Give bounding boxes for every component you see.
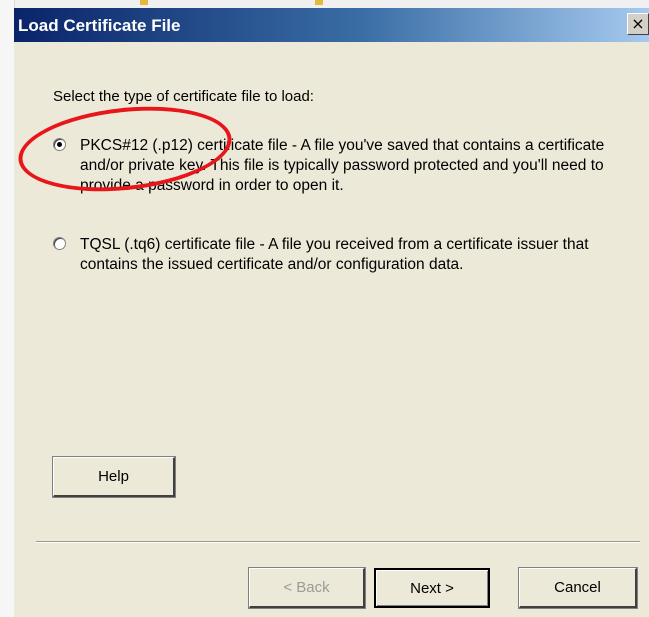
next-button[interactable]: Next > bbox=[374, 568, 490, 608]
button-separator bbox=[36, 541, 640, 543]
close-icon: × bbox=[631, 14, 645, 33]
dialog-title: Load Certificate File bbox=[18, 16, 181, 35]
prompt-label: Select the type of certificate file to l… bbox=[53, 88, 314, 105]
back-button[interactable]: < Back bbox=[248, 567, 366, 609]
help-button[interactable]: Help bbox=[52, 456, 176, 498]
load-certificate-dialog: Load Certificate File × Select the type … bbox=[14, 8, 649, 617]
background-window-edge bbox=[0, 0, 15, 617]
title-bar: Load Certificate File × bbox=[14, 8, 649, 42]
background-toolbar-icon bbox=[140, 0, 148, 5]
option-tqsl-label: TQSL (.tq6) certificate file - A file yo… bbox=[80, 236, 589, 273]
radio-tqsl[interactable] bbox=[53, 237, 66, 250]
cancel-button[interactable]: Cancel bbox=[518, 567, 638, 609]
close-button[interactable]: × bbox=[627, 13, 649, 35]
background-window-strip bbox=[0, 0, 649, 8]
background-toolbar-icon bbox=[315, 0, 323, 5]
